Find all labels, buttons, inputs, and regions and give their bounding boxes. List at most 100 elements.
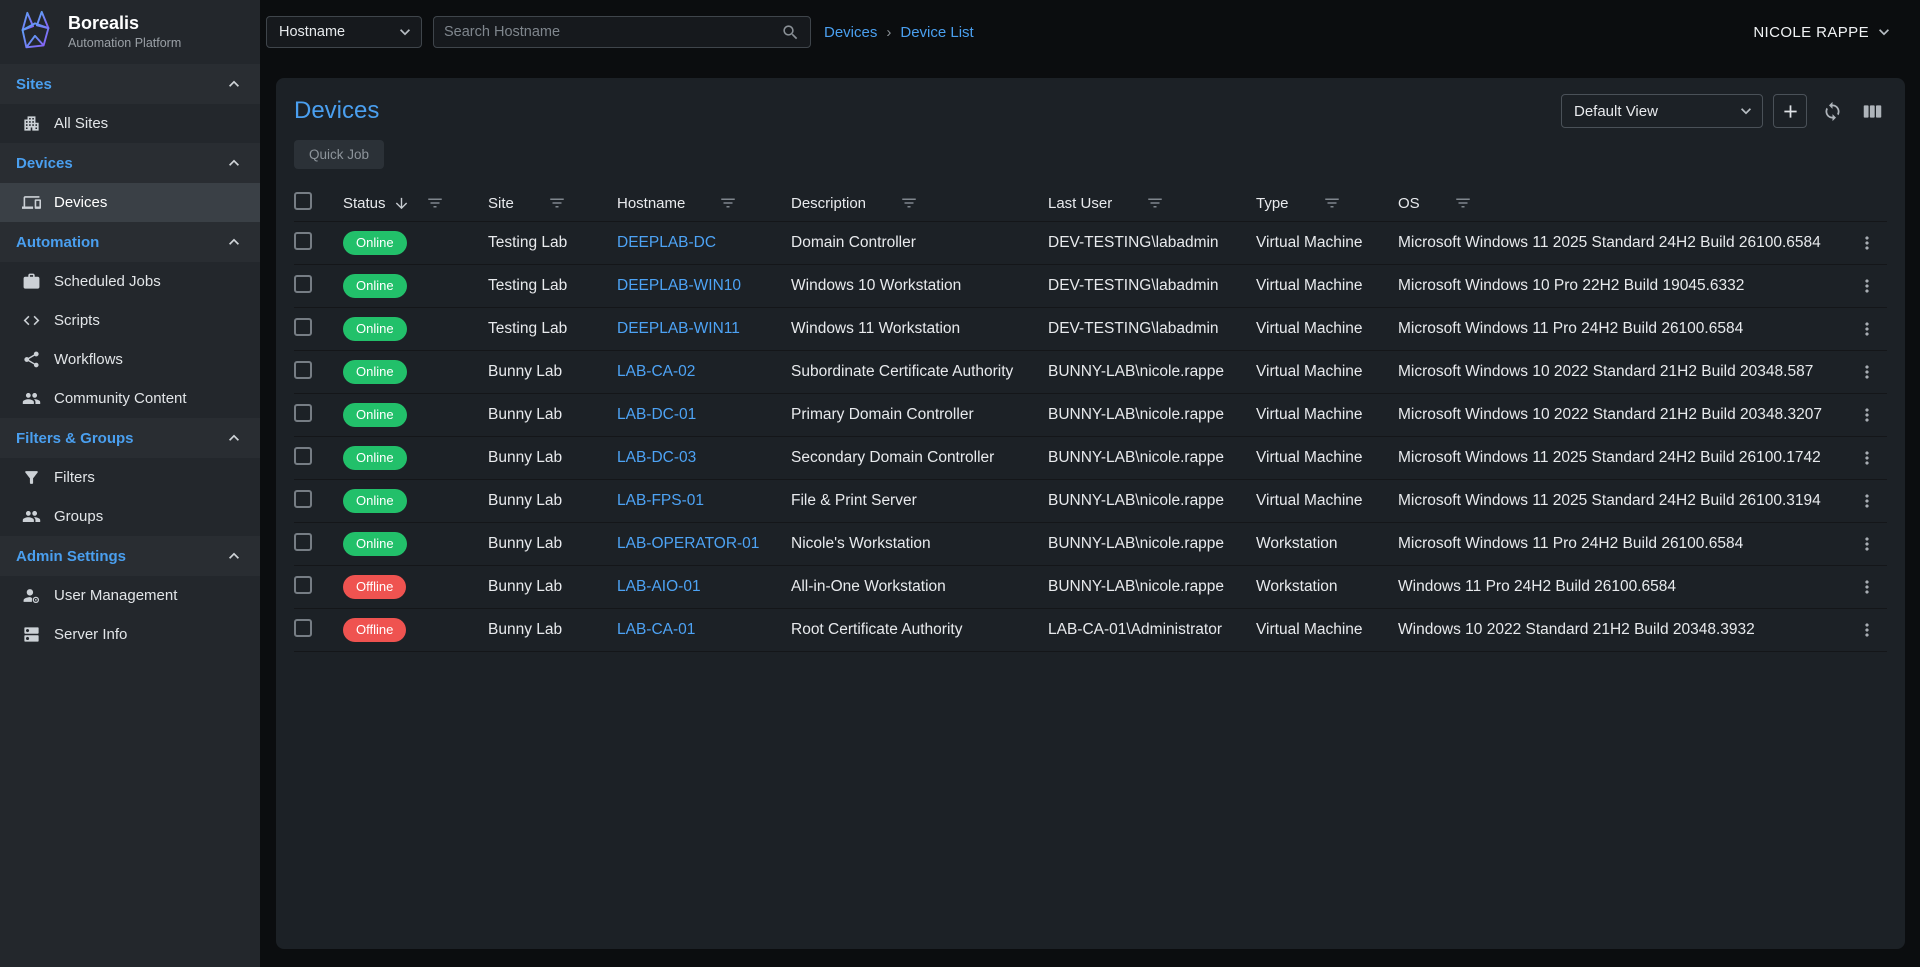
row-checkbox[interactable] — [294, 275, 312, 293]
status-badge: Offline — [343, 618, 406, 642]
description-cell: Nicole's Workstation — [791, 535, 1048, 553]
filter-icon[interactable] — [1323, 194, 1341, 212]
sidebar-item-server-info[interactable]: Server Info — [0, 615, 260, 654]
search-input[interactable] — [444, 24, 781, 40]
server-icon — [22, 625, 41, 644]
row-checkbox[interactable] — [294, 576, 312, 594]
hostname-link[interactable]: LAB-DC-01 — [617, 406, 696, 423]
view-select[interactable]: Default View — [1561, 94, 1763, 128]
sidebar-nav: Sites All Sites Devices Devices Automati… — [0, 64, 260, 654]
user-menu[interactable]: NICOLE RAPPE — [1753, 22, 1894, 42]
sidebar-item-filters[interactable]: Filters — [0, 458, 260, 497]
sidebar-section-filters-groups[interactable]: Filters & Groups — [0, 418, 260, 458]
column-header-os[interactable]: OS — [1398, 194, 1847, 212]
sidebar-item-workflows[interactable]: Workflows — [0, 340, 260, 379]
search-column-select[interactable]: Hostname — [266, 16, 422, 48]
row-checkbox[interactable] — [294, 232, 312, 250]
refresh-button[interactable] — [1817, 96, 1847, 126]
os-cell: Microsoft Windows 11 2025 Standard 24H2 … — [1398, 234, 1847, 252]
site-cell: Bunny Lab — [488, 535, 617, 553]
hostname-link[interactable]: DEEPLAB-WIN11 — [617, 320, 740, 337]
column-header-description[interactable]: Description — [791, 194, 1048, 212]
chevron-up-icon — [224, 74, 244, 94]
row-actions-kebab-icon[interactable] — [1857, 534, 1877, 554]
row-actions-kebab-icon[interactable] — [1857, 577, 1877, 597]
last-user-cell: DEV-TESTING\labadmin — [1048, 320, 1256, 338]
sidebar-section-sites[interactable]: Sites — [0, 64, 260, 104]
table-row: Online Bunny Lab LAB-FPS-01 File & Print… — [294, 480, 1887, 523]
row-checkbox[interactable] — [294, 447, 312, 465]
last-user-cell: DEV-TESTING\labadmin — [1048, 277, 1256, 295]
hostname-link[interactable]: LAB-OPERATOR-01 — [617, 535, 759, 552]
sidebar-item-devices[interactable]: Devices — [0, 183, 260, 222]
row-actions-kebab-icon[interactable] — [1857, 319, 1877, 339]
last-user-cell: BUNNY-LAB\nicole.rappe — [1048, 535, 1256, 553]
sidebar-item-user-management[interactable]: User Management — [0, 576, 260, 615]
status-badge: Online — [343, 231, 407, 255]
row-actions-kebab-icon[interactable] — [1857, 491, 1877, 511]
sidebar-section-admin-settings[interactable]: Admin Settings — [0, 536, 260, 576]
sidebar-item-scripts[interactable]: Scripts — [0, 301, 260, 340]
breadcrumb-devices[interactable]: Devices — [824, 24, 877, 41]
hostname-link[interactable]: LAB-CA-02 — [617, 363, 695, 380]
column-header-site[interactable]: Site — [488, 194, 617, 212]
row-actions-kebab-icon[interactable] — [1857, 233, 1877, 253]
hostname-link[interactable]: LAB-AIO-01 — [617, 578, 701, 595]
row-actions-kebab-icon[interactable] — [1857, 620, 1877, 640]
breadcrumb: Devices › Device List — [824, 24, 974, 41]
sidebar-item-all-sites[interactable]: All Sites — [0, 104, 260, 143]
table-row: Online Testing Lab DEEPLAB-WIN11 Windows… — [294, 308, 1887, 351]
sidebar-section-devices[interactable]: Devices — [0, 143, 260, 183]
filter-icon[interactable] — [900, 194, 918, 212]
site-cell: Bunny Lab — [488, 449, 617, 467]
filter-icon[interactable] — [1146, 194, 1164, 212]
sidebar-item-community-content[interactable]: Community Content — [0, 379, 260, 418]
chevron-down-icon — [1874, 22, 1894, 42]
site-cell: Testing Lab — [488, 320, 617, 338]
filter-icon[interactable] — [719, 194, 737, 212]
row-checkbox[interactable] — [294, 404, 312, 422]
description-cell: Primary Domain Controller — [791, 406, 1048, 424]
column-header-last-user[interactable]: Last User — [1048, 194, 1256, 212]
row-checkbox[interactable] — [294, 619, 312, 637]
sidebar-item-groups[interactable]: Groups — [0, 497, 260, 536]
hostname-link[interactable]: DEEPLAB-DC — [617, 234, 716, 251]
hostname-link[interactable]: LAB-FPS-01 — [617, 492, 704, 509]
section-label: Devices — [16, 155, 73, 172]
os-cell: Microsoft Windows 11 Pro 24H2 Build 2610… — [1398, 320, 1847, 338]
table-row: Offline Bunny Lab LAB-AIO-01 All-in-One … — [294, 566, 1887, 609]
row-checkbox[interactable] — [294, 318, 312, 336]
row-actions-kebab-icon[interactable] — [1857, 405, 1877, 425]
row-actions-kebab-icon[interactable] — [1857, 448, 1877, 468]
row-actions-kebab-icon[interactable] — [1857, 276, 1877, 296]
quick-job-button[interactable]: Quick Job — [294, 140, 384, 169]
filter-icon[interactable] — [426, 194, 444, 212]
columns-button[interactable] — [1857, 96, 1887, 126]
column-header-hostname[interactable]: Hostname — [617, 194, 791, 212]
search-icon[interactable] — [781, 23, 800, 42]
user-gear-icon — [22, 586, 41, 605]
add-view-button[interactable] — [1773, 94, 1807, 128]
type-cell: Virtual Machine — [1256, 492, 1398, 510]
hostname-link[interactable]: DEEPLAB-WIN10 — [617, 277, 741, 294]
row-checkbox[interactable] — [294, 533, 312, 551]
row-checkbox[interactable] — [294, 361, 312, 379]
brand: Borealis Automation Platform — [0, 0, 260, 64]
select-all-checkbox[interactable] — [294, 192, 312, 210]
hostname-link[interactable]: LAB-DC-03 — [617, 449, 696, 466]
sidebar-section-automation[interactable]: Automation — [0, 222, 260, 262]
borealis-logo-icon — [12, 9, 58, 55]
hostname-link[interactable]: LAB-CA-01 — [617, 621, 695, 638]
row-actions-kebab-icon[interactable] — [1857, 362, 1877, 382]
status-badge: Online — [343, 274, 407, 298]
sidebar-item-scheduled-jobs[interactable]: Scheduled Jobs — [0, 262, 260, 301]
sidebar: Borealis Automation Platform Sites All S… — [0, 0, 260, 967]
row-checkbox[interactable] — [294, 490, 312, 508]
column-header-status[interactable]: Status — [343, 194, 488, 212]
column-header-type[interactable]: Type — [1256, 194, 1398, 212]
breadcrumb-device-list[interactable]: Device List — [900, 24, 973, 41]
filter-icon[interactable] — [548, 194, 566, 212]
chevron-up-icon — [224, 428, 244, 448]
section-label: Automation — [16, 234, 99, 251]
filter-icon[interactable] — [1454, 194, 1472, 212]
